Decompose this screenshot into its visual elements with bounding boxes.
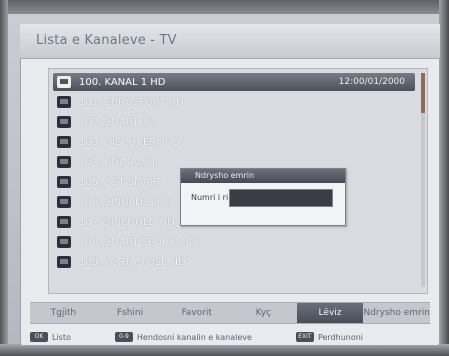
- channel-label: 100. KANAL 1 HD: [79, 76, 166, 88]
- tv-channel-icon: [57, 256, 71, 268]
- number-key-icon: 0-9: [114, 332, 133, 342]
- dialog-title: Ndrysho emrin: [195, 171, 255, 180]
- channel-label: 103. DISCOVERY HD: [79, 136, 181, 148]
- channel-label: 101. EUROSPORT HD: [79, 96, 184, 108]
- channel-list-window: Lista e Kanaleve - TV 100. KANAL 1 HD 12…: [20, 24, 440, 346]
- channel-label: 109. PORTADIUSE HD: [79, 256, 186, 268]
- tab-lock[interactable]: Kyç: [230, 303, 297, 323]
- channel-row[interactable]: 108. SMART SPOR 2 HD: [57, 233, 413, 251]
- scroll-thumb[interactable]: [421, 73, 425, 113]
- tv-channel-icon: [57, 176, 71, 188]
- tv-channel-icon: [57, 196, 71, 208]
- help-item: EXIT Perdhunoni: [295, 332, 364, 342]
- channel-row[interactable]: 101. EUROSPORT HD: [57, 93, 413, 111]
- tab-rename[interactable]: Ndrysho emrin: [363, 303, 430, 323]
- title-bar: Lista e Kanaleve - TV: [20, 24, 440, 59]
- help-item: OK Listo: [30, 332, 71, 342]
- help-bar: OK Listo 0-9 Hendosni kanalin e kanaleve…: [30, 328, 430, 346]
- tv-channel-icon: [57, 216, 71, 228]
- channel-time: 12:00/01/2000: [338, 77, 405, 87]
- tv-channel-icon: [57, 236, 71, 248]
- tv-channel-icon: [57, 136, 71, 148]
- tab-move[interactable]: Lëviz: [296, 303, 364, 323]
- dialog-input-field[interactable]: [229, 189, 333, 207]
- channel-row[interactable]: 102. SMART 10: [57, 113, 413, 131]
- channel-label: 106. SINGPLUS HD: [79, 196, 173, 208]
- tv-channel-icon: [57, 96, 71, 108]
- window-title: Lista e Kanaleve - TV: [36, 33, 177, 48]
- tv-screen: Lista e Kanaleve - TV 100. KANAL 1 HD 12…: [0, 0, 449, 356]
- help-label: Listo: [52, 332, 71, 342]
- rename-dialog: Ndrysho emrin Numri i ri:: [180, 168, 346, 226]
- channel-row[interactable]: 103. DISCOVERY HD: [57, 133, 413, 151]
- dialog-header: Ndrysho emrin: [181, 169, 345, 183]
- soft-key-tab-bar: Tgjith Fshini Favorit Kyç Lëviz Ndrysho …: [30, 302, 430, 324]
- ok-key-icon: OK: [30, 332, 48, 342]
- channel-label: 105. DST SMART: [79, 176, 162, 188]
- channel-label: 108. SMART SPOR 2 HD: [79, 236, 197, 248]
- tab-favorite[interactable]: Favorit: [163, 303, 230, 323]
- tv-channel-icon: [57, 156, 71, 168]
- channel-label: 107. SINEGOLD HD: [79, 216, 175, 228]
- help-item: 0-9 Hendosni kanalin e kanaleve: [114, 332, 252, 342]
- channel-label: 102. SMART 10: [79, 116, 155, 128]
- bezel-right: [439, 0, 449, 356]
- tab-delete[interactable]: Fshini: [97, 303, 164, 323]
- exit-key-icon: EXIT: [295, 332, 314, 342]
- tv-channel-icon: [57, 116, 71, 128]
- channel-label: 104. ANIMAL PL: [79, 156, 158, 168]
- help-label: Perdhunoni: [317, 332, 364, 342]
- scrollbar[interactable]: [421, 73, 425, 287]
- bezel-top: [0, 0, 449, 14]
- channel-row[interactable]: 109. PORTADIUSE HD: [57, 253, 413, 271]
- tab-all[interactable]: Tgjith: [30, 303, 97, 323]
- bezel-left: [0, 0, 8, 356]
- channel-row[interactable]: 100. KANAL 1 HD 12:00/01/2000: [53, 73, 415, 91]
- tv-channel-icon: [57, 76, 71, 88]
- dialog-field-label: Numri i ri:: [191, 193, 231, 202]
- help-label: Hendosni kanalin e kanaleve: [136, 332, 252, 342]
